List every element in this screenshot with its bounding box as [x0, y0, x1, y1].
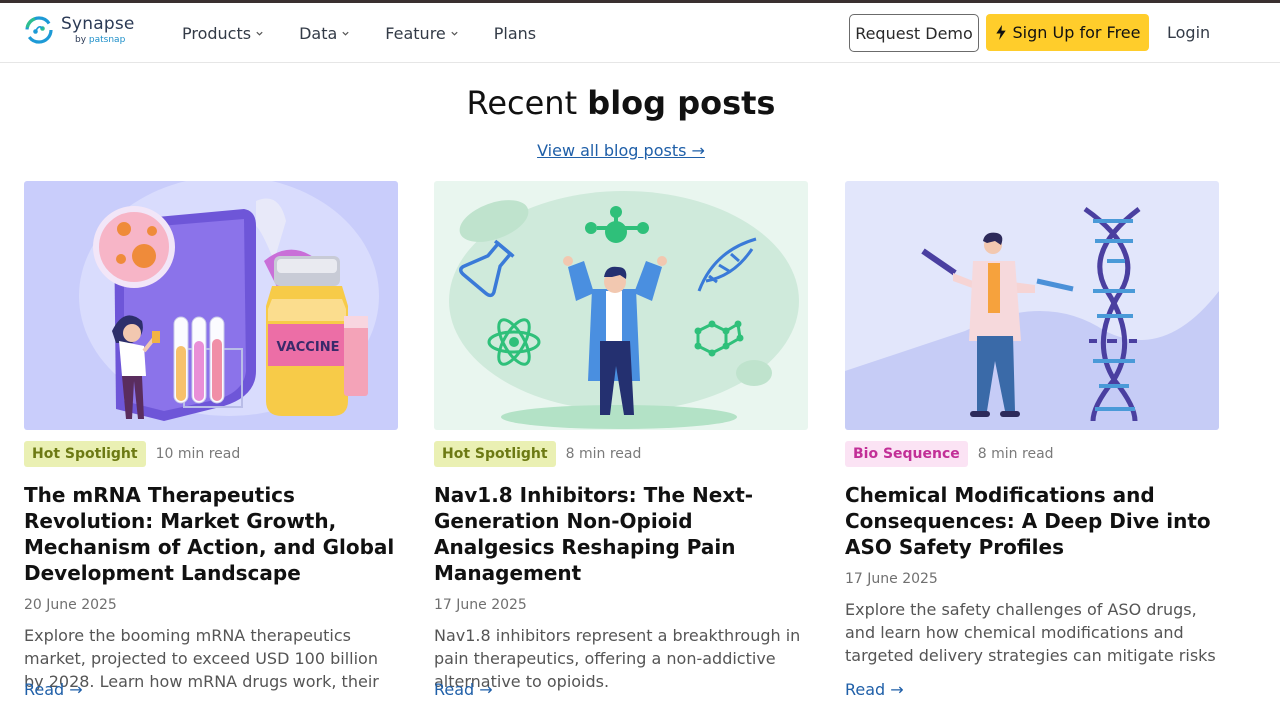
login-link[interactable]: Login [1167, 23, 1210, 42]
signup-label: Sign Up for Free [1012, 23, 1141, 42]
mrna-vaccine-illustration: VACCINE [24, 181, 398, 430]
brand-sub: by patsnap [75, 34, 135, 45]
read-more-link[interactable]: Read → [845, 680, 904, 699]
brand-sub-prefix: by [75, 34, 89, 45]
main-menu: Products Data Feature Plans [182, 3, 571, 63]
section-title: Recent blog posts [0, 84, 1242, 122]
blog-card[interactable]: Hot Spotlight 8 min read Nav1.8 Inhibito… [434, 181, 808, 699]
section-title-light: Recent [466, 84, 588, 122]
menu-feature[interactable]: Feature [385, 24, 458, 43]
menu-plans[interactable]: Plans [494, 24, 536, 43]
synapse-logo-icon [25, 16, 53, 44]
category-badge[interactable]: Hot Spotlight [24, 441, 146, 467]
menu-products[interactable]: Products [182, 24, 264, 43]
chevron-down-icon [342, 31, 349, 36]
blog-card-excerpt: Explore the safety challenges of ASO dru… [845, 600, 1216, 665]
read-time: 8 min read [565, 446, 642, 462]
category-badge[interactable]: Hot Spotlight [434, 441, 556, 467]
blog-card-meta: Hot Spotlight 10 min read [24, 441, 398, 467]
bolt-icon [995, 25, 1006, 40]
blog-card-meta: Hot Spotlight 8 min read [434, 441, 808, 467]
read-more-link[interactable]: Read → [434, 680, 493, 699]
section-title-bold: blog posts [587, 84, 776, 122]
blog-card-date: 17 June 2025 [434, 597, 527, 613]
blog-card-image[interactable]: VACCINE [24, 181, 398, 430]
blog-card-title[interactable]: Chemical Modifications and Consequences:… [845, 482, 1219, 560]
chevron-down-icon [451, 31, 458, 36]
site-header: Synapse by patsnap Products Data Feature… [0, 3, 1280, 63]
blog-card-title[interactable]: The mRNA Therapeutics Revolution: Market… [24, 482, 398, 586]
dna-scientist-illustration [845, 181, 1219, 430]
blog-card[interactable]: Bio Sequence 8 min read Chemical Modific… [845, 181, 1219, 699]
read-time: 10 min read [155, 446, 241, 462]
view-all-posts-link[interactable]: View all blog posts → [537, 141, 705, 160]
blog-card-meta: Bio Sequence 8 min read [845, 441, 1219, 467]
read-more-link[interactable]: Read → [24, 680, 83, 699]
read-time: 8 min read [977, 446, 1054, 462]
menu-data[interactable]: Data [299, 24, 350, 43]
blog-card-image[interactable] [845, 181, 1219, 430]
menu-plans-label: Plans [493, 23, 537, 43]
blog-card-title[interactable]: Nav1.8 Inhibitors: The Next-Generation N… [434, 482, 808, 586]
category-badge[interactable]: Bio Sequence [845, 441, 968, 467]
blog-card-image[interactable] [434, 181, 808, 430]
blog-card[interactable]: VACCINE Hot Spotlight 10 min read The mR… [24, 181, 398, 699]
vaccine-label: VACCINE [277, 340, 340, 355]
signup-button[interactable]: Sign Up for Free [986, 14, 1149, 51]
menu-feature-label: Feature [385, 23, 446, 43]
blog-card-date: 20 June 2025 [24, 597, 117, 613]
menu-products-label: Products [182, 23, 252, 43]
blog-card-date: 17 June 2025 [845, 571, 938, 587]
menu-data-label: Data [299, 23, 338, 43]
brand-name: Synapse [61, 13, 135, 34]
request-demo-button[interactable]: Request Demo [849, 14, 979, 52]
scientist-molecules-illustration [434, 181, 808, 430]
brand-sub-name: patsnap [88, 34, 126, 45]
chevron-down-icon [256, 31, 263, 36]
view-all-wrapper: View all blog posts → [0, 141, 1242, 160]
brand-logo[interactable]: Synapse by patsnap [24, 15, 135, 45]
